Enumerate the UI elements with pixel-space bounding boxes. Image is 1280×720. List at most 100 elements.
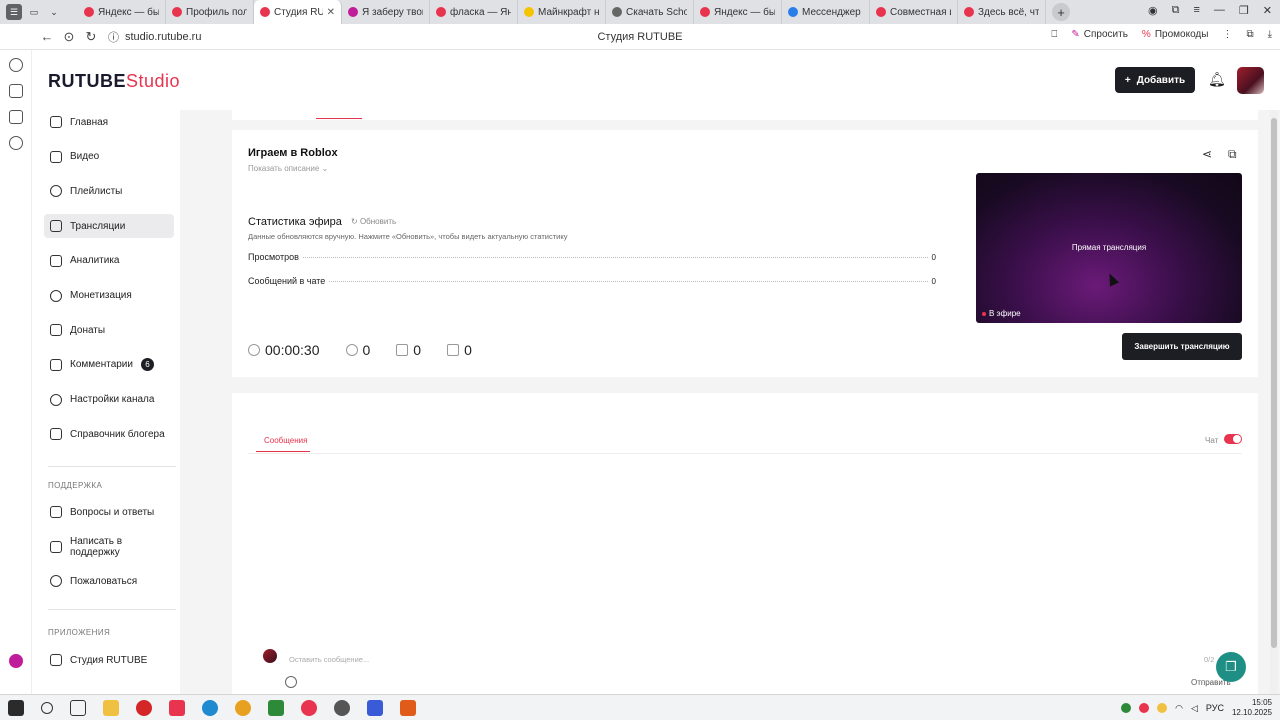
windows-start-icon[interactable] bbox=[8, 699, 24, 716]
url-field[interactable]: ⓘ studio.rutube.ru bbox=[108, 29, 201, 45]
settings-icon bbox=[50, 393, 62, 406]
menu-icon[interactable]: ≡ bbox=[1193, 4, 1199, 17]
minimize-icon[interactable]: — bbox=[1214, 4, 1225, 17]
browser-tab[interactable]: Студия RUT ✕ bbox=[254, 0, 342, 24]
yandex-browser-icon[interactable] bbox=[301, 699, 317, 716]
system-tray: ◠ ◁ РУС 15:05 12.10.2025 bbox=[1121, 698, 1272, 718]
more-icon[interactable]: ⋮ bbox=[1222, 29, 1232, 40]
yandex-icon[interactable] bbox=[169, 699, 185, 716]
messenger-icon[interactable] bbox=[367, 699, 383, 716]
sidebar-item[interactable]: Настройки канала bbox=[44, 388, 174, 412]
sidebar-item[interactable]: Трансляции bbox=[44, 214, 174, 239]
browser-tab[interactable]: Мессенджер bbox=[782, 0, 870, 24]
profile-icon[interactable]: ◉ bbox=[1148, 4, 1158, 17]
sidebar-item[interactable]: Справочник блогера bbox=[44, 422, 174, 446]
browser-tab[interactable]: флаcка — Янд bbox=[430, 0, 518, 24]
bookmark-icon[interactable]: ⎕ bbox=[1051, 29, 1057, 40]
sidebar-item[interactable]: Аналитика bbox=[44, 249, 174, 273]
sidebar-item[interactable]: Плейлисты bbox=[44, 179, 174, 203]
support-item[interactable]: Пожаловаться bbox=[44, 569, 174, 593]
external-link-icon[interactable]: ⧉ bbox=[1228, 147, 1237, 162]
bell-icon[interactable]: 🔔︎ bbox=[1208, 71, 1226, 88]
chat-toggle[interactable] bbox=[1224, 434, 1242, 444]
compass-icon[interactable] bbox=[8, 136, 23, 150]
refresh-button[interactable]: ↻ Обновить bbox=[351, 217, 396, 226]
close-icon[interactable]: ✕ bbox=[1263, 4, 1272, 17]
screenshot-icon[interactable] bbox=[8, 110, 23, 124]
tab-label: Скачать Scho bbox=[626, 6, 687, 18]
app-icon[interactable] bbox=[268, 699, 284, 716]
chat-card: Сообщения Чат Оставить сообщение... 0/2 … bbox=[232, 393, 1258, 694]
language-indicator[interactable]: РУС bbox=[1206, 703, 1224, 713]
tab-favicon-icon bbox=[876, 7, 886, 17]
collections-icon[interactable]: ⧉ bbox=[1172, 4, 1180, 17]
chevron-down-icon[interactable]: ⌄ bbox=[46, 4, 62, 20]
sidebar-item[interactable]: Комментарии 6 bbox=[44, 353, 174, 377]
obs-icon[interactable] bbox=[334, 699, 350, 716]
tray-app-icon[interactable] bbox=[1139, 703, 1150, 713]
new-tab-button[interactable]: + bbox=[1052, 3, 1070, 21]
browser-tab[interactable]: Профиль поль bbox=[166, 0, 254, 24]
tab-favicon-icon bbox=[84, 7, 94, 17]
browser-tab[interactable]: Совместная и bbox=[870, 0, 958, 24]
alice-icon[interactable] bbox=[9, 654, 23, 668]
donate-icon bbox=[50, 324, 62, 337]
scrollbar-thumb[interactable] bbox=[1271, 118, 1277, 648]
history-icon[interactable] bbox=[8, 58, 23, 72]
volume-icon[interactable]: ◁ bbox=[1191, 703, 1198, 714]
rutube-studio-logo[interactable]: RUTUBEStudio bbox=[48, 71, 180, 92]
tab-messages[interactable]: Сообщения bbox=[264, 436, 307, 445]
sidebar-item[interactable]: Монетизация bbox=[44, 284, 174, 308]
wifi-icon[interactable]: ◠ bbox=[1175, 703, 1183, 714]
browser-menu-icon[interactable]: ☰ bbox=[6, 4, 22, 20]
sidebar-item[interactable]: Видео bbox=[44, 145, 174, 169]
support-item[interactable]: Вопросы и ответы bbox=[44, 500, 174, 524]
file-explorer-icon[interactable] bbox=[103, 699, 119, 716]
download-icon[interactable]: ⤓ bbox=[1268, 29, 1272, 40]
share-icon[interactable]: ⋖ bbox=[1202, 147, 1212, 161]
edge-icon[interactable] bbox=[202, 699, 218, 716]
search-icon[interactable] bbox=[41, 701, 53, 714]
stream-preview-player[interactable]: Прямая трансляция В эфире bbox=[976, 173, 1242, 323]
apps-item[interactable]: Студия RUTUBE bbox=[44, 648, 174, 672]
avatar[interactable] bbox=[1237, 67, 1264, 94]
tab-close-icon[interactable]: ✕ bbox=[327, 7, 335, 18]
ask-button[interactable]: ✎ Спросить bbox=[1071, 29, 1128, 40]
restore-icon[interactable]: ❐ bbox=[1239, 4, 1249, 17]
tab-list-icon[interactable] bbox=[8, 84, 23, 98]
tray-app-icon[interactable] bbox=[1157, 703, 1168, 713]
task-view-icon[interactable] bbox=[70, 699, 86, 716]
emoji-icon[interactable] bbox=[285, 676, 297, 688]
help-chat-button[interactable]: ❐ bbox=[1216, 652, 1246, 682]
browser-tab[interactable]: Яндекс — быс bbox=[694, 0, 782, 24]
add-button[interactable]: + Добавить bbox=[1115, 67, 1195, 93]
browser-tab[interactable]: Яндекс — быс bbox=[78, 0, 166, 24]
protect-icon[interactable]: ⊙ bbox=[58, 29, 80, 45]
app-icon[interactable] bbox=[400, 699, 416, 716]
back-icon[interactable]: ← bbox=[36, 29, 58, 44]
reload-icon[interactable]: ↻ bbox=[80, 29, 102, 45]
clock[interactable]: 15:05 12.10.2025 bbox=[1232, 698, 1272, 718]
ask-icon: ✎ bbox=[1071, 29, 1080, 40]
promo-button[interactable]: % Промокоды bbox=[1142, 29, 1209, 40]
sidebar-item[interactable]: Главная bbox=[44, 110, 174, 134]
chat-message-input[interactable]: Оставить сообщение... bbox=[289, 655, 369, 664]
chrome-icon[interactable] bbox=[235, 699, 251, 716]
support-item[interactable]: Написать в поддержку bbox=[44, 535, 174, 559]
tab-label: Мессенджер bbox=[802, 6, 861, 18]
browser-tab[interactable]: Здесь всё, что bbox=[958, 0, 1046, 24]
tab-panel-icon[interactable]: ▭ bbox=[26, 4, 42, 20]
extensions-icon[interactable]: ⧉ bbox=[1246, 29, 1253, 40]
end-stream-button[interactable]: Завершить трансляцию bbox=[1122, 333, 1242, 360]
browser-tab[interactable]: Скачать Scho bbox=[606, 0, 694, 24]
sidebar-item[interactable]: Донаты bbox=[44, 318, 174, 342]
home-icon bbox=[50, 116, 62, 128]
site-info-icon[interactable]: ⓘ bbox=[108, 29, 119, 45]
page-scrollbar[interactable] bbox=[1270, 110, 1278, 694]
opera-icon[interactable] bbox=[136, 699, 152, 716]
browser-tab[interactable]: Майнкрафт н bbox=[518, 0, 606, 24]
browser-tab[interactable]: Я заберу твои bbox=[342, 0, 430, 24]
likes-value: 0 bbox=[413, 342, 422, 358]
show-description-link[interactable]: Показать описание ⌄ bbox=[248, 164, 328, 173]
tray-app-icon[interactable] bbox=[1121, 703, 1132, 713]
